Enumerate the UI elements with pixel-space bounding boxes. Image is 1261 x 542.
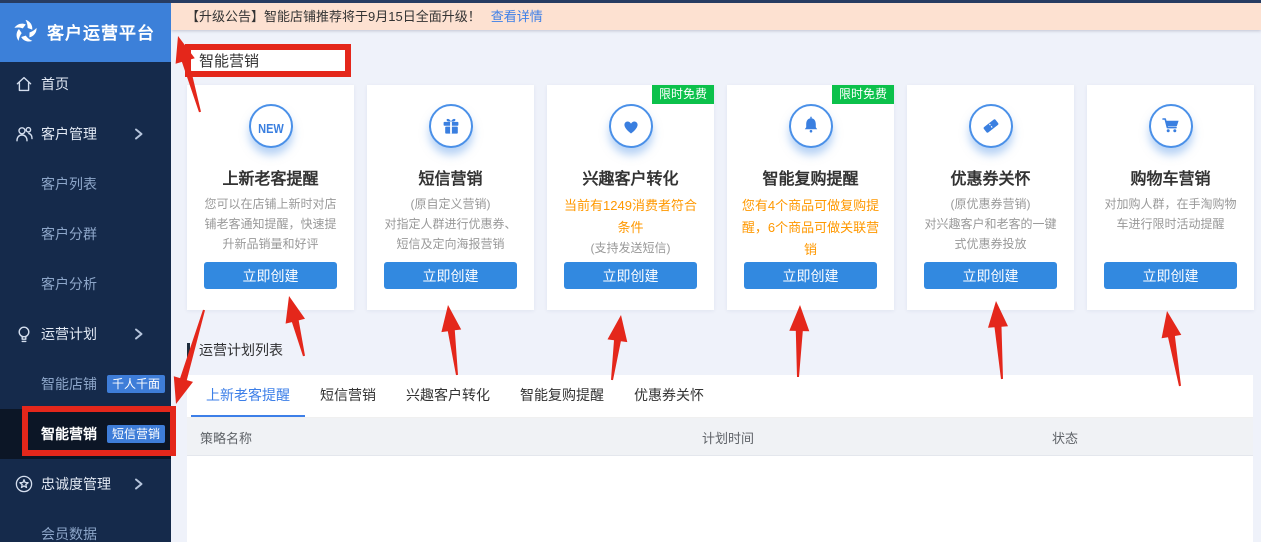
create-now-button[interactable]: 立即创建: [744, 262, 877, 289]
card-description: 您可以在店铺上新时对店铺老客通知提醒，快速提升新品销量和好评: [187, 195, 354, 254]
svg-text:NEW: NEW: [258, 121, 284, 136]
sidebar-item-label: 客户列表: [41, 174, 97, 194]
sms-marketing-badge: 短信营销: [107, 425, 165, 443]
main-content: 【升级公告】智能店铺推荐将于9月15日全面升级！ 查看详情 智能营销 NEW 上…: [171, 0, 1261, 542]
tab-interest-customer-conversion[interactable]: 兴趣客户转化: [391, 375, 505, 417]
tab-smart-repurchase-reminder[interactable]: 智能复购提醒: [505, 375, 619, 417]
card-icon-circle: [1149, 104, 1193, 148]
create-now-button[interactable]: 立即创建: [924, 262, 1057, 289]
bell-icon: [800, 115, 822, 137]
app-window: 客户运营平台 首页 客户管理 客户列表 客户分群 客户分析: [0, 0, 1261, 542]
card-description: (原优惠券营销)对兴趣客户和老客的一键式优惠券投放: [907, 195, 1074, 254]
sidebar-item-smart-marketing[interactable]: 智能营销 短信营销: [0, 409, 171, 459]
card-sms-marketing: 短信营销 (原自定义营销)对指定人群进行优惠券、短信及定向海报营销 立即创建: [367, 85, 534, 310]
sidebar-item-label: 客户管理: [41, 124, 97, 144]
sidebar-item-customer-management[interactable]: 客户管理: [0, 109, 171, 159]
sidebar-item-homepage[interactable]: 首页: [0, 59, 171, 109]
limited-free-badge: 限时免费: [652, 85, 714, 104]
plan-list-panel: 上新老客提醒 短信营销 兴趣客户转化 智能复购提醒 优惠券关怀 策略名称 计划时…: [187, 375, 1253, 542]
chevron-right-icon: [133, 328, 145, 340]
card-description: (原自定义营销)对指定人群进行优惠券、短信及定向海报营销: [367, 195, 534, 254]
lightbulb-icon: [14, 324, 34, 344]
card-interest-customer-conversion: 限时免费 兴趣客户转化 当前有1249消费者符合条件(支持发送短信) 立即创建: [547, 85, 714, 310]
card-description: 您有4个商品可做复购提醒，6个商品可做关联营销: [727, 195, 894, 260]
sidebar-item-operation-plan[interactable]: 运营计划: [0, 309, 171, 359]
column-plan-time: 计划时间: [702, 418, 754, 456]
sidebar-item-member-data[interactable]: 会员数据: [0, 509, 171, 542]
card-title: 智能复购提醒: [727, 165, 894, 189]
card-icon-circle: [789, 104, 833, 148]
column-strategy-name: 策略名称: [200, 418, 252, 456]
cart-icon: [1160, 115, 1182, 137]
sidebar-item-label: 首页: [41, 74, 69, 94]
create-now-button[interactable]: 立即创建: [1104, 262, 1237, 289]
plan-tabs: 上新老客提醒 短信营销 兴趣客户转化 智能复购提醒 优惠券关怀: [187, 375, 1253, 418]
card-title: 优惠券关怀: [907, 165, 1074, 189]
card-description: 对加购人群，在手淘购物车进行限时活动提醒: [1087, 195, 1254, 235]
smart-store-badge: 千人千面: [107, 375, 165, 393]
create-now-button[interactable]: 立即创建: [384, 262, 517, 289]
card-new-arrival-reminder: NEW 上新老客提醒 您可以在店铺上新时对店铺老客通知提醒，快速提升新品销量和好…: [187, 85, 354, 310]
card-cart-marketing: 购物车营销 对加购人群，在手淘购物车进行限时活动提醒 立即创建: [1087, 85, 1254, 310]
sidebar-item-label: 运营计划: [41, 324, 97, 344]
tab-coupon-care[interactable]: 优惠券关怀: [619, 375, 719, 417]
card-icon-circle: [969, 104, 1013, 148]
sidebar-item-customer-list[interactable]: 客户列表: [0, 159, 171, 209]
chevron-right-icon: [133, 128, 145, 140]
card-icon-circle: [609, 104, 653, 148]
announcement-text: 【升级公告】智能店铺推荐将于9月15日全面升级！: [186, 6, 481, 25]
section-title: 运营计划列表: [199, 340, 283, 360]
tab-sms-marketing[interactable]: 短信营销: [305, 375, 391, 417]
sidebar-item-label: 忠诚度管理: [41, 474, 111, 494]
view-details-link[interactable]: 查看详情: [491, 6, 543, 25]
announcement-banner: 【升级公告】智能店铺推荐将于9月15日全面升级！ 查看详情: [171, 0, 1261, 30]
sidebar-nav: 首页 客户管理 客户列表 客户分群 客户分析 运营计划 智能店铺: [0, 59, 171, 542]
gift-icon: [440, 115, 462, 137]
card-title: 兴趣客户转化: [547, 165, 714, 189]
card-title: 短信营销: [367, 165, 534, 189]
table-header: 策略名称 计划时间 状态: [187, 418, 1253, 456]
section-bar: [187, 343, 190, 358]
create-now-button[interactable]: 立即创建: [204, 262, 337, 289]
sidebar-item-customer-segments[interactable]: 客户分群: [0, 209, 171, 259]
app-title: 客户运营平台: [47, 19, 155, 44]
sidebar-item-label: 客户分析: [41, 274, 97, 294]
sidebar-item-label: 客户分群: [41, 224, 97, 244]
ticket-icon: [980, 115, 1002, 137]
new-badge-icon: NEW: [256, 115, 286, 137]
sidebar-item-label: 会员数据: [41, 524, 97, 542]
card-title: 购物车营销: [1087, 165, 1254, 189]
card-icon-circle: NEW: [249, 104, 293, 148]
page-title-text: 智能营销: [199, 50, 259, 71]
card-icon-circle: [429, 104, 473, 148]
sidebar-item-loyalty-management[interactable]: 忠诚度管理: [0, 459, 171, 509]
top-divider: [0, 0, 1261, 3]
sidebar-item-customer-analysis[interactable]: 客户分析: [0, 259, 171, 309]
create-now-button[interactable]: 立即创建: [564, 262, 697, 289]
heart-icon: [620, 115, 642, 137]
card-coupon-care: 优惠券关怀 (原优惠券营销)对兴趣客户和老客的一键式优惠券投放 立即创建: [907, 85, 1074, 310]
section-header: 运营计划列表: [187, 340, 283, 360]
chevron-right-icon: [133, 478, 145, 490]
limited-free-badge: 限时免费: [832, 85, 894, 104]
table-body: [187, 456, 1253, 540]
sidebar: 客户运营平台 首页 客户管理 客户列表 客户分群 客户分析: [0, 0, 171, 542]
app-logo[interactable]: 客户运营平台: [0, 0, 171, 62]
sidebar-item-label: 智能营销: [41, 424, 97, 444]
home-icon: [14, 74, 34, 94]
sidebar-item-label: 智能店铺: [41, 374, 97, 394]
sidebar-item-smart-store[interactable]: 智能店铺 千人千面: [0, 359, 171, 409]
tab-new-arrival-reminder[interactable]: 上新老客提醒: [191, 375, 305, 417]
pinwheel-logo-icon: [12, 18, 39, 45]
column-status: 状态: [1052, 418, 1078, 456]
card-description: 当前有1249消费者符合条件(支持发送短信): [547, 195, 714, 258]
card-smart-repurchase-reminder: 限时免费 智能复购提醒 您有4个商品可做复购提醒，6个商品可做关联营销 立即创建: [727, 85, 894, 310]
star-circle-icon: [14, 474, 34, 494]
users-icon: [14, 124, 34, 144]
card-title: 上新老客提醒: [187, 165, 354, 189]
page-title: 智能营销: [185, 44, 351, 77]
